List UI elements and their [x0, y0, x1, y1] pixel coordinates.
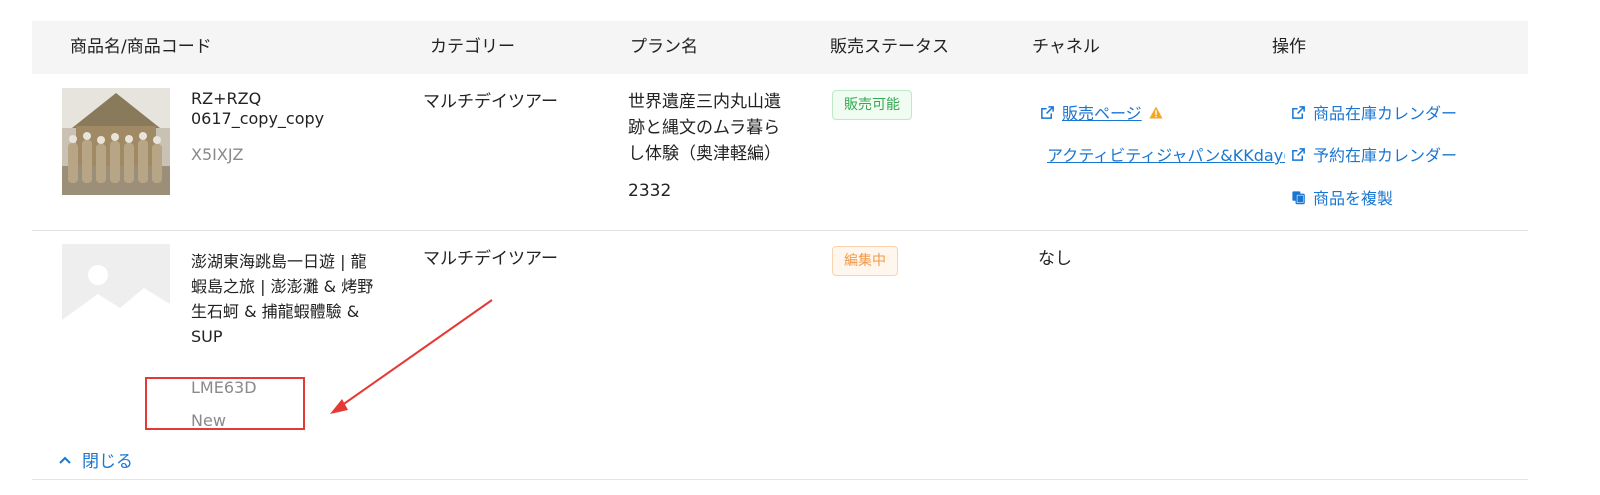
- plan-name-line: 世界遺産三内丸山遺: [628, 92, 781, 112]
- table-row: RZ+RZQ 0617_copy_copy X5IXJZ マルチデイツアー 世界…: [32, 74, 1528, 231]
- product-name-line: 澎湖東海跳島一日遊 | 龍: [191, 252, 367, 271]
- plan-name-line: し体験（奥津軽編）: [628, 144, 781, 164]
- header-category: カテゴリー: [430, 37, 515, 57]
- product-name-line: SUP: [191, 327, 223, 346]
- product-inventory-calendar-link[interactable]: 商品在庫カレンダー: [1291, 100, 1457, 124]
- header-status: 販売ステータス: [830, 37, 949, 57]
- status-badge: 編集中: [832, 246, 898, 276]
- plan-name: 世界遺産三内丸山遺 跡と縄文のムラ暮ら し体験（奥津軽編）: [628, 89, 781, 167]
- category-cell: マルチデイツアー: [423, 249, 558, 269]
- external-link-icon: [1041, 105, 1054, 119]
- product-code: X5IXJZ: [191, 145, 244, 164]
- sales-page-link[interactable]: 販売ページ: [1040, 100, 1163, 124]
- product-name[interactable]: RZ+RZQ 0617_copy_copy: [191, 89, 324, 129]
- header-channel: チャネル: [1032, 37, 1100, 57]
- category-cell: マルチデイツアー: [423, 92, 558, 112]
- external-link-icon: [1292, 105, 1305, 119]
- reservation-inventory-calendar-label: 予約在庫カレンダー: [1313, 146, 1458, 165]
- product-name-line: 蝦島之旅 | 澎澎灘 & 烤野: [191, 277, 374, 296]
- duplicate-product-label: 商品を複製: [1313, 189, 1394, 208]
- image-placeholder[interactable]: [62, 244, 170, 351]
- product-table: 商品名/商品コード カテゴリー プラン名 販売ステータス チャネル 操作 RZ+…: [32, 21, 1528, 480]
- copy-icon: [1292, 190, 1305, 204]
- header-product: 商品名/商品コード: [70, 37, 212, 57]
- warning-icon: [1149, 106, 1163, 118]
- collapse-label: 閉じる: [82, 452, 133, 472]
- channel-link-label: アクティビティジャパン&KKday(一般): [1047, 146, 1285, 165]
- product-name[interactable]: 澎湖東海跳島一日遊 | 龍 蝦島之旅 | 澎澎灘 & 烤野 生石蚵 & 捕龍蝦體…: [191, 249, 373, 349]
- collapse-button[interactable]: 閉じる: [58, 447, 133, 472]
- product-name-line: RZ+RZQ: [191, 89, 262, 108]
- table-header: 商品名/商品コード カテゴリー プラン名 販売ステータス チャネル 操作: [32, 21, 1528, 74]
- external-link-icon: [1292, 147, 1305, 161]
- channel-link[interactable]: アクティビティジャパン&KKday(一般): [1040, 142, 1285, 166]
- product-name-line: 0617_copy_copy: [191, 109, 325, 128]
- duplicate-product-button[interactable]: 商品を複製: [1291, 185, 1393, 209]
- product-name-line: 生石蚵 & 捕龍蝦體驗 &: [191, 302, 360, 321]
- sales-page-label: 販売ページ: [1062, 104, 1142, 123]
- plan-code: 2332: [628, 181, 672, 201]
- table-row: 澎湖東海跳島一日遊 | 龍 蝦島之旅 | 澎澎灘 & 烤野 生石蚵 & 捕龍蝦體…: [32, 231, 1528, 480]
- status-badge: 販売可能: [832, 90, 912, 120]
- image-placeholder-icon: [62, 244, 170, 351]
- product-thumbnail[interactable]: [62, 88, 170, 195]
- reservation-inventory-calendar-link[interactable]: 予約在庫カレンダー: [1291, 142, 1457, 166]
- plan-name-line: 跡と縄文のムラ暮ら: [628, 118, 781, 138]
- channel-cell: なし: [1038, 249, 1072, 269]
- product-inventory-calendar-label: 商品在庫カレンダー: [1313, 104, 1458, 123]
- header-plan: プラン名: [630, 37, 698, 57]
- chevron-up-icon: [59, 456, 71, 464]
- annotation-highlight-box: [145, 377, 305, 430]
- header-actions: 操作: [1272, 37, 1306, 57]
